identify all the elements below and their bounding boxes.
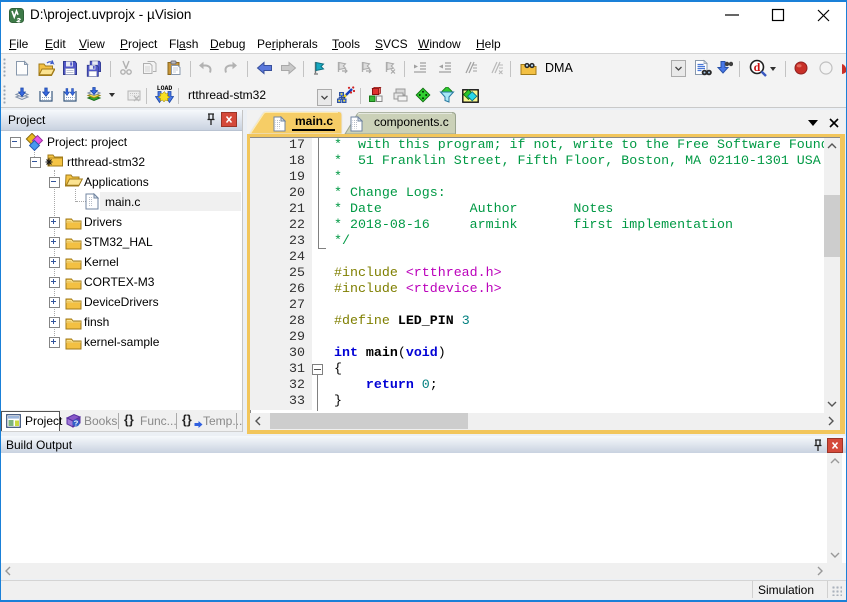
svg-text:?: ? — [74, 419, 79, 428]
